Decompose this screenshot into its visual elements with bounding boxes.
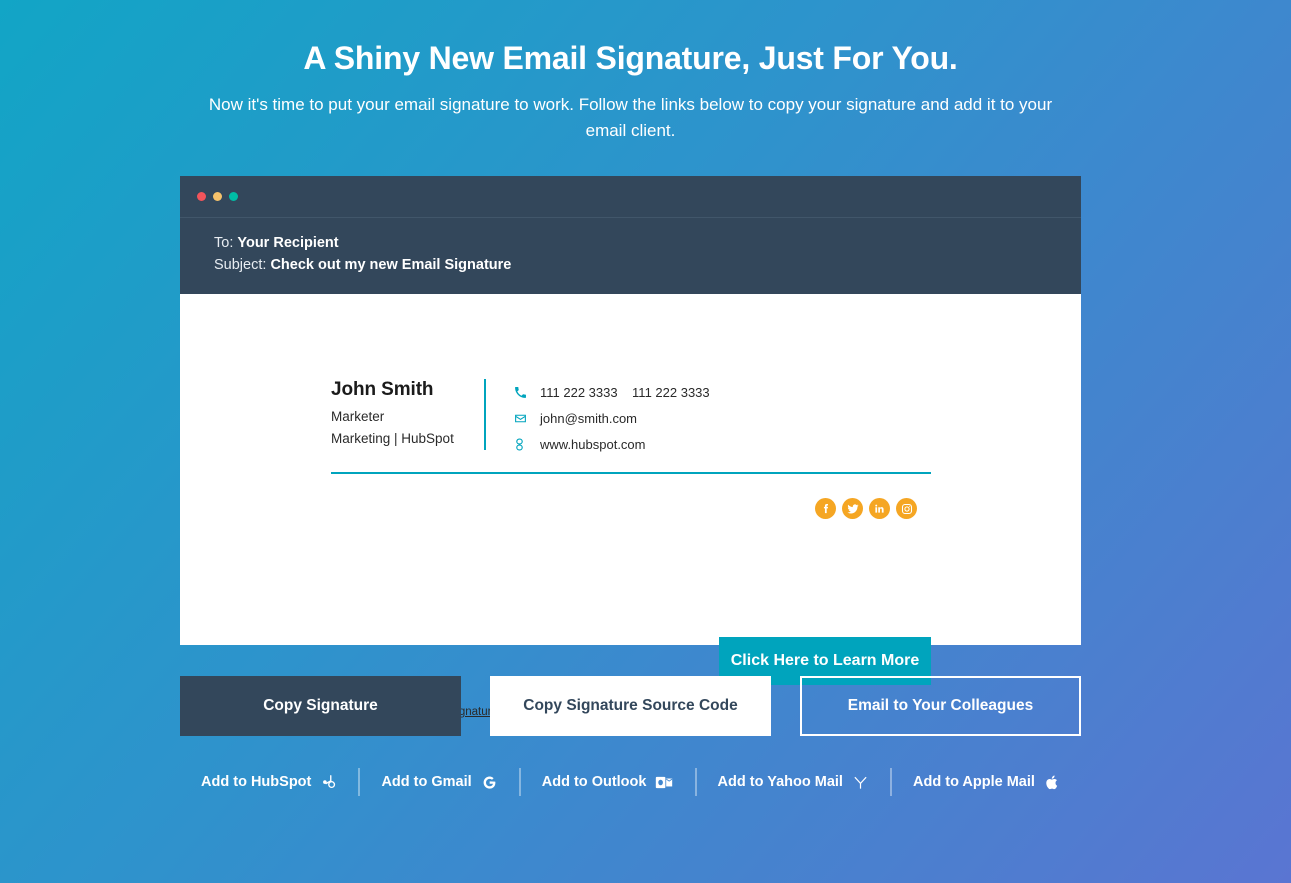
contact-row-email: john@smith.com [514,405,710,431]
email-to-colleagues-button[interactable]: Email to Your Colleagues [800,676,1081,736]
apple-icon [1044,774,1060,791]
page-root: A Shiny New Email Signature, Just For Yo… [0,0,1291,883]
add-to-gmail-link[interactable]: Add to Gmail [360,774,518,791]
add-to-outlook-link[interactable]: Add to Outlook [521,774,695,790]
email-to-row: To: Your Recipient [214,232,1081,254]
contact-website-text: www.hubspot.com [540,436,646,452]
add-to-client-links: Add to HubSpot Add to Gmail Add to Outlo… [180,767,1081,797]
copy-signature-source-code-button[interactable]: Copy Signature Source Code [490,676,771,736]
outlook-icon [655,775,673,790]
page-subtitle: Now it's time to put your email signatur… [208,95,1053,140]
add-to-hubspot-link[interactable]: Add to HubSpot [180,774,358,791]
window-close-dot-icon[interactable] [197,192,206,201]
signature-company: Marketing | HubSpot [331,431,454,446]
window-minimize-dot-icon[interactable] [213,192,222,201]
social-links [815,498,917,519]
contact-email-text: john@smith.com [540,410,638,426]
email-subject-row: Subject: Check out my new Email Signatur… [214,254,1081,276]
twitter-icon[interactable] [842,498,863,519]
add-to-yahoo-mail-link[interactable]: Add to Yahoo Mail [697,774,890,791]
email-body: John Smith Marketer Marketing | HubSpot … [180,294,1081,718]
window-maximize-dot-icon[interactable] [229,192,238,201]
linkedin-icon[interactable] [869,498,890,519]
email-subject-label: Subject: [214,257,267,273]
add-to-outlook-label: Add to Outlook [541,774,647,790]
contact-row-phone: 111 222 3333 111 222 3333 [514,379,710,405]
hero-section: A Shiny New Email Signature, Just For Yo… [180,38,1081,144]
add-to-gmail-label: Add to Gmail [381,774,472,790]
google-icon [481,774,498,791]
phone-icon [514,386,536,399]
contact-phone-text: 111 222 3333 111 222 3333 [540,384,710,400]
signature-role: Marketer [331,409,385,424]
add-to-hubspot-label: Add to HubSpot [201,774,312,790]
signature-vertical-divider [484,379,486,450]
add-to-apple-mail-link[interactable]: Add to Apple Mail [892,774,1081,791]
email-meta: To: Your Recipient Subject: Check out my… [180,218,1081,294]
window-titlebar [180,176,1081,218]
yahoo-icon [852,774,869,791]
signature-name: John Smith [331,379,434,400]
signature-contacts: 111 222 3333 111 222 3333 john@smith.com… [514,376,710,457]
email-to-label: To: [214,235,234,251]
email-preview-card: To: Your Recipient Subject: Check out my… [180,176,1081,718]
email-signature: John Smith Marketer Marketing | HubSpot … [331,376,710,457]
facebook-icon[interactable] [815,498,836,519]
contact-row-website: www.hubspot.com [514,431,710,457]
email-to-value: Your Recipient [237,235,339,251]
page-title: A Shiny New Email Signature, Just For Yo… [303,40,958,76]
add-to-apple-mail-label: Add to Apple Mail [913,774,1035,790]
hubspot-icon [320,774,337,791]
envelope-icon [514,412,536,425]
signature-horizontal-divider [331,472,931,474]
action-buttons: Copy Signature Copy Signature Source Cod… [180,676,1081,736]
email-subject-value: Check out my new Email Signature [270,257,512,273]
add-to-yahoo-mail-label: Add to Yahoo Mail [717,774,843,790]
signature-identity: John Smith Marketer Marketing | HubSpot [331,376,484,450]
link-icon [514,438,536,451]
copy-signature-button[interactable]: Copy Signature [180,676,461,736]
instagram-icon[interactable] [896,498,917,519]
